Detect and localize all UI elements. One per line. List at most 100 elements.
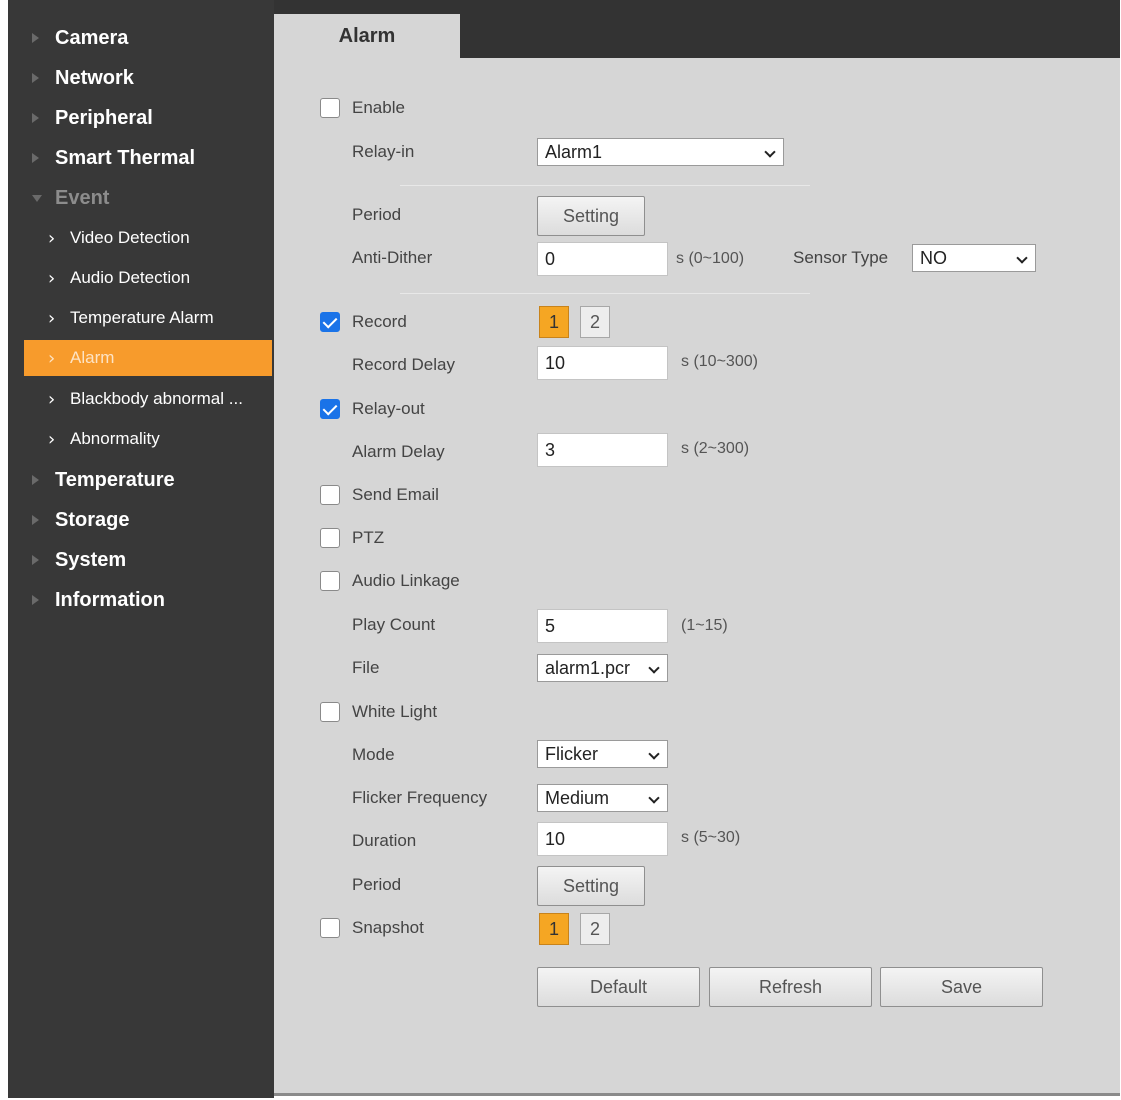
duration-input[interactable]: 10 [537, 822, 668, 856]
sidebar-item-label: Temperature [55, 468, 175, 491]
sidebar-subitem-blackbody-abnormal[interactable]: › Blackbody abnormal ... [24, 381, 272, 417]
collapsed-arrow-icon [32, 475, 39, 485]
ptz-checkbox[interactable] [320, 528, 340, 548]
sidebar-item-camera[interactable]: Camera [8, 19, 274, 57]
sidebar-item-event[interactable]: Event [8, 179, 274, 217]
sidebar-subitem-label: Blackbody abnormal ... [70, 389, 243, 408]
chevron-down-icon [648, 662, 660, 674]
default-button[interactable]: Default [537, 967, 700, 1007]
sidebar-subitem-video-detection[interactable]: › Video Detection [24, 220, 272, 256]
sidebar-subitem-abnormality[interactable]: › Abnormality [24, 421, 272, 457]
record-channel-2[interactable]: 2 [580, 306, 610, 338]
sidebar-item-network[interactable]: Network [8, 59, 274, 97]
expanded-arrow-icon [32, 194, 42, 202]
enable-checkbox[interactable] [320, 98, 340, 118]
relay-in-select[interactable]: Alarm1 [537, 138, 784, 166]
audio-linkage-checkbox[interactable] [320, 571, 340, 591]
chevron-right-icon: › [48, 388, 56, 410]
refresh-button[interactable]: Refresh [709, 967, 872, 1007]
sidebar-subitem-alarm[interactable]: › Alarm [24, 340, 272, 376]
collapsed-arrow-icon [32, 595, 39, 605]
collapsed-arrow-icon [32, 113, 39, 123]
alarm-delay-input[interactable]: 3 [537, 433, 668, 467]
divider [400, 185, 810, 186]
record-label: Record [352, 312, 407, 331]
flicker-frequency-select[interactable]: Medium [537, 784, 668, 812]
sidebar-item-label: Peripheral [55, 106, 153, 129]
relay-out-checkbox[interactable] [320, 399, 340, 419]
sidebar-item-information[interactable]: Information [8, 581, 274, 619]
relay-in-label: Relay-in [352, 142, 415, 161]
file-select[interactable]: alarm1.pcr [537, 654, 668, 682]
white-light-label: White Light [352, 702, 438, 721]
anti-dither-label: Anti-Dither [352, 248, 433, 267]
alarm-delay-label: Alarm Delay [352, 442, 445, 461]
sidebar-item-label: Camera [55, 26, 129, 49]
chevron-down-icon [648, 792, 660, 804]
white-light-checkbox[interactable] [320, 702, 340, 722]
record-delay-range: s (10~300) [681, 353, 758, 370]
chevron-down-icon [648, 748, 660, 760]
sidebar-item-label: System [55, 548, 127, 571]
chevron-right-icon: › [48, 347, 56, 369]
alarm-delay-range: s (2~300) [681, 440, 750, 457]
sidebar-subitem-audio-detection[interactable]: › Audio Detection [24, 260, 272, 296]
audio-linkage-label: Audio Linkage [352, 571, 460, 590]
mode-select[interactable]: Flicker [537, 740, 668, 768]
flicker-frequency-value: Medium [545, 787, 610, 808]
anti-dither-input[interactable]: 0 [537, 242, 668, 276]
sensor-type-value: NO [920, 247, 947, 268]
period-label-2: Period [352, 875, 402, 894]
play-count-range: (1~15) [681, 617, 728, 634]
duration-label: Duration [352, 831, 417, 850]
sidebar-item-label: Network [55, 66, 134, 89]
relay-in-value: Alarm1 [545, 141, 603, 162]
chevron-right-icon: › [48, 428, 56, 450]
sidebar-item-label: Event [55, 186, 110, 209]
sidebar-item-storage[interactable]: Storage [8, 501, 274, 539]
send-email-checkbox[interactable] [320, 485, 340, 505]
snapshot-label: Snapshot [352, 918, 424, 937]
snapshot-channel-2[interactable]: 2 [580, 913, 610, 945]
relay-out-label: Relay-out [352, 399, 425, 418]
snapshot-channel-1[interactable]: 1 [539, 913, 569, 945]
collapsed-arrow-icon [32, 515, 39, 525]
period-label: Period [352, 205, 402, 224]
save-button[interactable]: Save [880, 967, 1043, 1007]
mode-value: Flicker [545, 743, 598, 764]
tab-alarm[interactable]: Alarm [274, 14, 460, 58]
sidebar-subitem-label: Alarm [70, 348, 115, 367]
sidebar-item-label: Information [55, 588, 165, 611]
enable-label: Enable [352, 98, 405, 117]
sidebar-item-temperature[interactable]: Temperature [8, 461, 274, 499]
sensor-type-label: Sensor Type [793, 248, 889, 267]
collapsed-arrow-icon [32, 33, 39, 43]
sidebar: Camera Network Peripheral Smart Thermal … [8, 0, 274, 1098]
play-count-input[interactable]: 5 [537, 609, 668, 643]
chevron-down-icon [1016, 252, 1028, 264]
sidebar-subitem-label: Temperature Alarm [70, 308, 214, 327]
ptz-label: PTZ [352, 528, 385, 547]
sidebar-subitem-label: Abnormality [70, 429, 160, 448]
sensor-type-select[interactable]: NO [912, 244, 1036, 272]
sidebar-item-label: Storage [55, 508, 130, 531]
sidebar-item-label: Smart Thermal [55, 146, 196, 169]
record-channel-1[interactable]: 1 [539, 306, 569, 338]
snapshot-checkbox[interactable] [320, 918, 340, 938]
sidebar-item-system[interactable]: System [8, 541, 274, 579]
record-delay-input[interactable]: 10 [537, 346, 668, 380]
sidebar-item-peripheral[interactable]: Peripheral [8, 99, 274, 137]
collapsed-arrow-icon [32, 73, 39, 83]
record-delay-label: Record Delay [352, 355, 455, 374]
sidebar-subitem-temperature-alarm[interactable]: › Temperature Alarm [24, 300, 272, 336]
flicker-frequency-label: Flicker Frequency [352, 788, 488, 807]
period-setting-button-2[interactable]: Setting [537, 866, 645, 906]
sidebar-subitem-label: Video Detection [70, 228, 190, 247]
chevron-right-icon: › [48, 267, 56, 289]
sidebar-item-smart-thermal[interactable]: Smart Thermal [8, 139, 274, 177]
chevron-right-icon: › [48, 307, 56, 329]
send-email-label: Send Email [352, 485, 439, 504]
chevron-down-icon [764, 146, 776, 158]
period-setting-button[interactable]: Setting [537, 196, 645, 236]
record-checkbox[interactable] [320, 312, 340, 332]
